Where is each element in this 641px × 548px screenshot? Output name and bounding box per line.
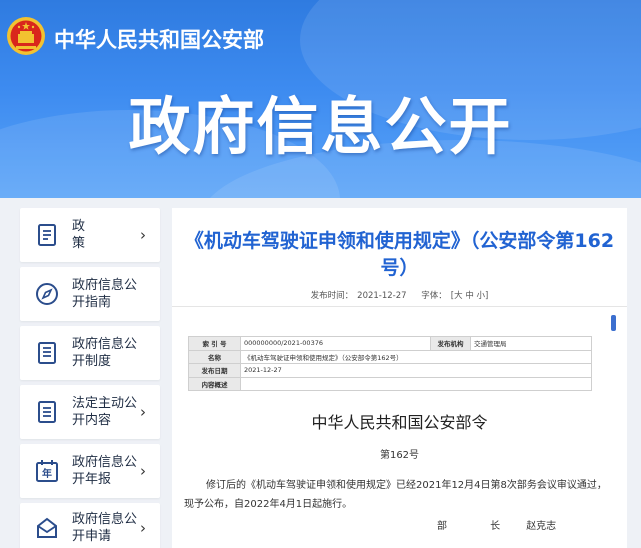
table-value: 000000000/2021-00376 bbox=[240, 336, 431, 351]
sidebar-item-application[interactable]: 政府信息公开申请 › bbox=[20, 503, 160, 548]
order-number: 第162号 bbox=[379, 450, 420, 461]
table-key: 内容概述 bbox=[188, 376, 241, 391]
table-value: 2021-12-27 bbox=[240, 363, 592, 378]
table-value: 《机动车驾驶证申领和使用规定》（公安部令第162号） bbox=[240, 349, 592, 364]
svg-text:年: 年 bbox=[42, 467, 52, 480]
sidebar-item-label: 政府信息公开申请 bbox=[72, 512, 138, 544]
table-value: 交通管理局 bbox=[470, 336, 592, 351]
order-body: 修订后的《机动车驾驶证申领和使用规定》已经2021年12月4日第8次部务会议审议… bbox=[184, 480, 607, 510]
scrollbar-thumb[interactable] bbox=[611, 315, 616, 331]
table-row: 内容概述 bbox=[188, 376, 592, 391]
sidebar-item-policy[interactable]: 政 策 › bbox=[20, 208, 160, 262]
sidebar-item-label: 政府信息公开年报 bbox=[72, 455, 138, 487]
mail-icon bbox=[37, 517, 57, 538]
table-row: 发布日期 2021-12-27 bbox=[188, 363, 592, 378]
signature-name: 赵克志 bbox=[526, 521, 557, 532]
sidebar-item-label: 政 策 bbox=[72, 219, 104, 251]
sidebar-item-annual-report[interactable]: 年 政府信息公开年报 › bbox=[20, 444, 160, 498]
table-key: 发布机构 bbox=[430, 336, 471, 351]
table-row: 索 引 号 000000000/2021-00376 发布机构 交通管理局 bbox=[188, 336, 592, 351]
chevron-right-icon: › bbox=[140, 226, 146, 244]
sidebar-item-system[interactable]: 政府信息公开制度 bbox=[20, 326, 160, 380]
calendar-year-icon: 年 bbox=[36, 460, 58, 482]
ministry-name[interactable]: 中华人民共和国公安部 bbox=[54, 24, 264, 54]
banner-title: 政府信息公开 bbox=[128, 90, 513, 163]
document-title: 《机动车驾驶证申领和使用规定》（公安部令第162号） bbox=[184, 230, 615, 279]
signature: 部 长赵克志 bbox=[437, 517, 556, 532]
divider bbox=[172, 306, 627, 307]
table-row: 名称 《机动车驾驶证申领和使用规定》（公安部令第162号） bbox=[188, 349, 592, 364]
document-list-icon bbox=[38, 401, 56, 423]
national-emblem-icon[interactable] bbox=[6, 16, 46, 56]
document-meta: 发布时间： 2021-12-27 字体： [大 中 小] bbox=[172, 289, 627, 301]
sidebar-item-guide[interactable]: 政府信息公开指南 bbox=[20, 267, 160, 321]
chevron-right-icon: › bbox=[140, 462, 146, 480]
signature-role: 部 长 bbox=[437, 521, 521, 532]
table-key: 发布日期 bbox=[188, 363, 241, 378]
sidebar-item-statutory-content[interactable]: 法定主动公开内容 › bbox=[20, 385, 160, 439]
header-banner: 中华人民共和国公安部 政府信息公开 bbox=[0, 0, 641, 198]
published-label: 发布时间： bbox=[310, 291, 354, 301]
table-key: 名称 bbox=[188, 349, 241, 364]
sidebar: 政 策 › 政府信息公开指南 政府信息公开制度 法定主动公开内容 › 年 政府信… bbox=[0, 198, 170, 548]
sidebar-item-label: 政府信息公开指南 bbox=[72, 278, 138, 310]
sidebar-item-label: 政府信息公开制度 bbox=[72, 337, 138, 369]
chevron-right-icon: › bbox=[140, 519, 146, 537]
published-date: 2021-12-27 bbox=[357, 291, 407, 301]
content-panel: 《机动车驾驶证申领和使用规定》（公安部令第162号） 发布时间： 2021-12-… bbox=[172, 208, 627, 548]
sidebar-item-label: 法定主动公开内容 bbox=[72, 396, 138, 428]
document-list-icon bbox=[38, 342, 56, 364]
order-heading: 中华人民共和国公安部令 bbox=[311, 413, 488, 432]
compass-icon bbox=[36, 283, 58, 305]
table-value bbox=[240, 376, 592, 391]
font-size-label: 字体： bbox=[421, 291, 447, 301]
table-key: 索 引 号 bbox=[188, 336, 241, 351]
document-list-icon bbox=[38, 224, 56, 246]
font-size-options[interactable]: [大 中 小] bbox=[451, 291, 489, 301]
info-table: 索 引 号 000000000/2021-00376 发布机构 交通管理局 名称… bbox=[188, 336, 592, 391]
chevron-right-icon: › bbox=[140, 403, 146, 421]
